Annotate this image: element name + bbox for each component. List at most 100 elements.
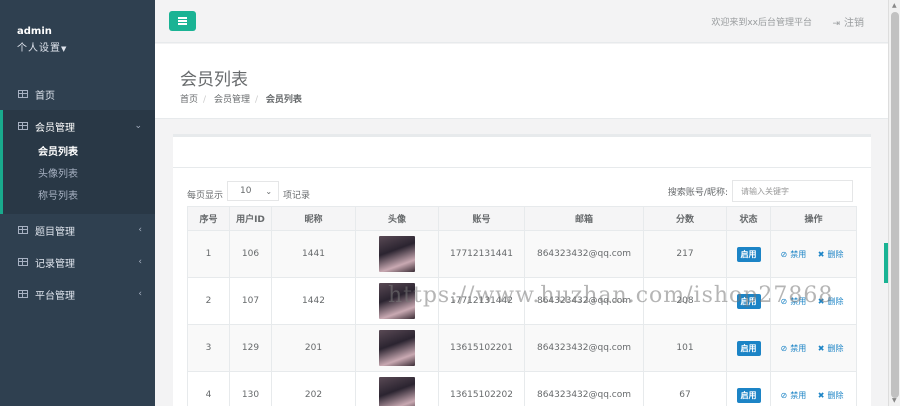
welcome-text: 欢迎来到xx后台管理平台 — [711, 18, 812, 28]
disable-button[interactable]: ⊘ 禁用 — [781, 391, 810, 400]
sidebar-item-home[interactable]: 首页 — [0, 78, 155, 110]
page-length-control: 每页显示 10 ⌄ 项记录 — [187, 181, 311, 204]
cell-actions: ⊘ 禁用 ✖ 删除 — [770, 230, 857, 278]
cell-uid: 107 — [229, 277, 272, 325]
table-row: 1 106 1441 17712131441 864323432@qq.com … — [187, 230, 857, 278]
caret-down-icon: ▼ — [61, 45, 68, 53]
cell-status: 启用 — [726, 371, 771, 406]
chevron-down-icon: ⌄ — [134, 121, 142, 131]
user-name: admin — [17, 26, 52, 37]
cell-uid: 106 — [229, 230, 272, 278]
table-header-row: 序号 用户ID 昵称 头像 账号 邮箱 分数 状态 操作 — [187, 206, 857, 231]
length-suffix: 项记录 — [283, 190, 311, 201]
scroll-down-icon[interactable]: ▼ — [892, 397, 897, 404]
column-header[interactable]: 序号 — [187, 206, 230, 231]
disable-button[interactable]: ⊘ 禁用 — [781, 250, 810, 259]
column-header[interactable]: 用户ID — [229, 206, 272, 231]
profile: admin 个人设置▼ — [0, 0, 155, 78]
cell-score: 101 — [643, 324, 727, 372]
avatar — [379, 377, 415, 406]
status-badge: 启用 — [736, 246, 761, 262]
cell-avatar — [355, 371, 439, 406]
column-header[interactable]: 账号 — [438, 206, 525, 231]
cell-avatar — [355, 230, 439, 278]
column-header[interactable]: 分数 — [643, 206, 727, 231]
topbar: 欢迎来到xx后台管理平台 ⇥ 注销 — [155, 0, 888, 43]
delete-button[interactable]: ✖ 删除 — [818, 250, 847, 259]
sidebar-subitem-avatar-list[interactable]: 头像列表 — [3, 164, 155, 186]
chevron-left-icon: ‹ — [138, 225, 142, 235]
grid-icon — [18, 226, 28, 234]
status-badge: 启用 — [736, 387, 761, 403]
column-header[interactable]: 状态 — [726, 206, 771, 231]
sidebar-item-platform[interactable]: 平台管理 ‹ — [0, 278, 155, 310]
sidebar-item-members[interactable]: 会员管理 ⌄ — [3, 110, 155, 142]
cell-status: 启用 — [726, 324, 771, 372]
delete-button[interactable]: ✖ 删除 — [818, 391, 847, 400]
menu-toggle-button[interactable] — [169, 11, 196, 31]
cell-email: 864323432@qq.com — [524, 371, 644, 406]
breadcrumb-members[interactable]: 会员管理 — [214, 95, 250, 105]
cell-account: 13615102201 — [438, 324, 525, 372]
sidebar-item-label: 题目管理 — [35, 226, 75, 238]
cell-nick: 202 — [271, 371, 356, 406]
grid-icon — [18, 122, 28, 130]
sidebar-group-members: 会员管理 ⌄ 会员列表 头像列表 称号列表 — [0, 110, 155, 214]
page-scrollbar[interactable]: ▲ ▼ — [888, 0, 900, 406]
search-input[interactable]: 请输入关键字 — [732, 180, 853, 202]
scroll-up-icon[interactable]: ▲ — [892, 2, 897, 9]
page-length-select[interactable]: 10 ⌄ — [227, 181, 280, 201]
sidebar-item-label: 会员管理 — [35, 122, 75, 134]
cell-nick: 1442 — [271, 277, 356, 325]
chevron-left-icon: ‹ — [138, 289, 142, 299]
watermark-text: https://www.huzhan.com/ishop27868 — [388, 283, 834, 308]
cell-score: 67 — [643, 371, 727, 406]
cell-nick: 1441 — [271, 230, 356, 278]
search-control: 搜索账号/昵称: 请输入关键字 — [668, 180, 853, 202]
cell-account: 17712131441 — [438, 230, 525, 278]
table-row: 4 130 202 13615102202 864323432@qq.com 6… — [187, 371, 857, 406]
cell-uid: 129 — [229, 324, 272, 372]
page-title: 会员列表 — [180, 70, 248, 90]
cell-index: 3 — [187, 324, 230, 372]
logout-link[interactable]: ⇥ 注销 — [832, 14, 864, 29]
cell-avatar — [355, 324, 439, 372]
cell-score: 217 — [643, 230, 727, 278]
scrollbar-thumb[interactable] — [891, 12, 899, 398]
status-badge: 启用 — [736, 340, 761, 356]
column-header: 操作 — [770, 206, 857, 231]
column-header[interactable]: 昵称 — [271, 206, 356, 231]
sidebar-item-label: 首页 — [35, 90, 55, 102]
sidebar-item-label: 记录管理 — [35, 258, 75, 270]
cell-index: 1 — [187, 230, 230, 278]
cell-index: 4 — [187, 371, 230, 406]
table-row: 3 129 201 13615102201 864323432@qq.com 1… — [187, 324, 857, 372]
grid-icon — [18, 290, 28, 298]
sidebar-subitem-title-list[interactable]: 称号列表 — [3, 186, 155, 208]
cell-status: 启用 — [726, 230, 771, 278]
sidebar: admin 个人设置▼ 首页 会员管理 ⌄ 会员列表 头像列表 称号列表 题目管… — [0, 0, 155, 406]
sign-out-icon: ⇥ — [832, 19, 840, 29]
sidebar-item-questions[interactable]: 题目管理 ‹ — [0, 214, 155, 246]
cell-nick: 201 — [271, 324, 356, 372]
cell-email: 864323432@qq.com — [524, 324, 644, 372]
sidebar-item-label: 平台管理 — [35, 290, 75, 302]
breadcrumb-home[interactable]: 首页 — [180, 95, 198, 105]
content-panel: 每页显示 10 ⌄ 项记录 搜索账号/昵称: 请输入关键字 序号 用户ID 昵称 … — [173, 134, 871, 406]
column-header[interactable]: 邮箱 — [524, 206, 644, 231]
panel-title — [173, 137, 871, 168]
cell-account: 13615102202 — [438, 371, 525, 406]
chevron-left-icon: ‹ — [138, 257, 142, 267]
user-settings-dropdown[interactable]: 个人设置▼ — [17, 39, 155, 54]
sidebar-subitem-member-list[interactable]: 会员列表 — [3, 142, 155, 164]
sidebar-item-records[interactable]: 记录管理 ‹ — [0, 246, 155, 278]
disable-button[interactable]: ⊘ 禁用 — [781, 344, 810, 353]
delete-button[interactable]: ✖ 删除 — [818, 344, 847, 353]
cell-actions: ⊘ 禁用 ✖ 删除 — [770, 371, 857, 406]
column-header[interactable]: 头像 — [355, 206, 439, 231]
table-toolbar: 每页显示 10 ⌄ 项记录 搜索账号/昵称: 请输入关键字 — [187, 180, 853, 202]
chevron-down-icon: ⌄ — [265, 186, 273, 196]
cell-actions: ⊘ 禁用 ✖ 删除 — [770, 324, 857, 372]
avatar — [379, 236, 415, 272]
search-label: 搜索账号/昵称: — [667, 187, 728, 198]
